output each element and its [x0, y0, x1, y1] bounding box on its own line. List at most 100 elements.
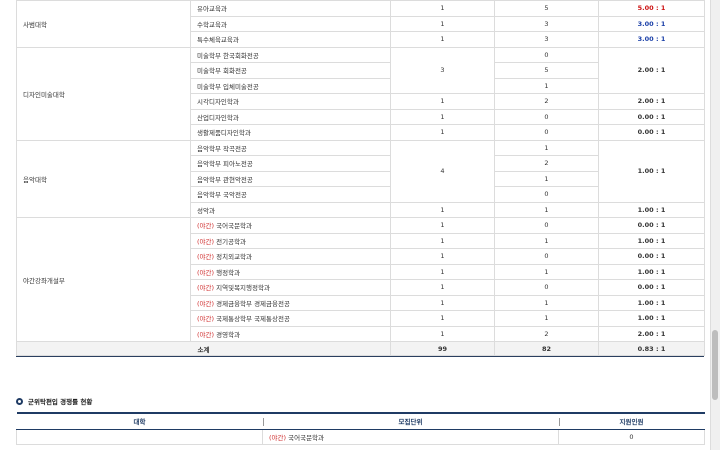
- unit-name: 특수체육교육과: [190, 31, 391, 48]
- quota: 1: [390, 93, 495, 110]
- table-row: (야간) 국어국문학과 0: [16, 428, 705, 445]
- ratio: 1.00 : 1: [598, 294, 705, 311]
- table-row: 야간강좌개설부 (야간) 국어국문학과 1 0 0.00 : 1: [16, 217, 705, 342]
- section-title: 군위탁편입 경쟁률 현황: [16, 396, 92, 406]
- header-applicants: 지원인원: [558, 412, 705, 430]
- quota: 1: [390, 294, 495, 311]
- header-college: 대학: [16, 412, 263, 430]
- unit-name: 미술학부 입체미술전공: [190, 77, 391, 94]
- unit-name: 음악학부 국악전공: [190, 186, 391, 203]
- applicants: 0: [494, 217, 599, 234]
- applicants: 3: [494, 31, 599, 48]
- unit-name: (야간) 국어국문학과: [262, 428, 559, 445]
- unit-label: 음악학부 피아노전공: [197, 160, 253, 169]
- unit-name: 수학교육과: [190, 15, 391, 32]
- ratio: 1.00 : 1: [598, 263, 705, 280]
- applicants: 0: [494, 46, 599, 63]
- applicants: 1: [494, 139, 599, 156]
- unit-name: 시각디자인학과: [190, 93, 391, 110]
- unit-name: (야간) 경영학과: [190, 325, 391, 342]
- unit-name: (야간) 경제금융학부 경제금융전공: [190, 294, 391, 311]
- applicants: 0: [494, 248, 599, 265]
- applicants: 1: [494, 263, 599, 280]
- ratio: 0.00 : 1: [598, 124, 705, 141]
- night-prefix: (야간): [197, 284, 215, 293]
- college-name: 디자인미술대학: [16, 46, 191, 141]
- total-row: 소계 99 82 0.83 : 1: [16, 341, 705, 356]
- night-prefix: (야간): [197, 299, 215, 308]
- page-scrollbar[interactable]: [710, 0, 720, 450]
- applicants: 2: [494, 325, 599, 342]
- ratio: 1.00 : 1: [598, 201, 705, 218]
- ratio: 0.00 : 1: [598, 279, 705, 296]
- applicants: 3: [494, 15, 599, 32]
- header-unit: 모집단위: [262, 412, 559, 430]
- table-row: 디자인미술대학 미술학부 한국회화전공 3 0 2.00 : 1: [16, 46, 705, 141]
- applicants: 0: [494, 186, 599, 203]
- quota: 1: [390, 0, 495, 17]
- unit-name: (야간) 지역및복지행정학과: [190, 279, 391, 296]
- unit-name: (야간) 국제통상학부 국제통상전공: [190, 310, 391, 327]
- college-name: 야간강좌개설부: [16, 217, 191, 342]
- ratio: 2.00 : 1: [598, 46, 705, 94]
- applicants: 0: [558, 428, 705, 445]
- night-prefix: (야간): [269, 433, 287, 442]
- night-prefix: (야간): [197, 253, 215, 262]
- quota: 1: [390, 201, 495, 218]
- unit-name: 산업디자인학과: [190, 108, 391, 125]
- unit-label: 특수체육교육과: [197, 36, 239, 45]
- quota: 1: [390, 325, 495, 342]
- unit-name: (야간) 행정학과: [190, 263, 391, 280]
- unit-name: 성악과: [190, 201, 391, 218]
- unit-label: 미술학부 입체미술전공: [197, 82, 259, 91]
- table-header-row: 대학 모집단위 지원인원: [16, 412, 705, 430]
- quota: 3: [390, 46, 495, 94]
- unit-label: 음악학부 국악전공: [197, 191, 247, 200]
- unit-label: 음악학부 관현악전공: [197, 175, 253, 184]
- applicants: 2: [494, 93, 599, 110]
- unit-name: 음악학부 관현악전공: [190, 170, 391, 187]
- scrollbar-thumb[interactable]: [712, 330, 718, 400]
- table-row: 음악대학 음악학부 작곡전공 4 1 1.00 : 1: [16, 139, 705, 218]
- quota: 1: [390, 248, 495, 265]
- applicants: 5: [494, 62, 599, 79]
- unit-name: 생활제품디자인학과: [190, 124, 391, 141]
- unit-name: (야간) 국어국문학과: [190, 217, 391, 234]
- quota: 4: [390, 139, 495, 203]
- unit-label: 경영학과: [216, 330, 241, 339]
- quota: 1: [390, 124, 495, 141]
- quota: 1: [390, 279, 495, 296]
- unit-name: 미술학부 회화전공: [190, 62, 391, 79]
- ratio: 3.00 : 1: [598, 31, 705, 48]
- college-name: 사범대학: [16, 0, 191, 48]
- ratio: 0.00 : 1: [598, 108, 705, 125]
- applicants: 0: [494, 279, 599, 296]
- unit-label: 미술학부 회화전공: [197, 67, 247, 76]
- bullet-icon: [16, 397, 23, 405]
- unit-name: 미술학부 한국회화전공: [190, 46, 391, 63]
- unit-name: (야간) 전기공학과: [190, 232, 391, 249]
- quota: 1: [390, 15, 495, 32]
- quota: 1: [390, 232, 495, 249]
- ratio: 5.00 : 1: [598, 0, 705, 17]
- total-applicants: 82: [494, 341, 599, 356]
- ratio: 1.00 : 1: [598, 139, 705, 203]
- night-prefix: (야간): [197, 237, 215, 246]
- unit-label: 경제금융학부 경제금융전공: [216, 299, 290, 308]
- table-row: 사범대학 유아교육과 1 5 5.00 : 1: [16, 0, 705, 48]
- total-label: 소계: [16, 341, 391, 356]
- total-quota: 99: [390, 341, 495, 356]
- unit-label: 국제통상학부 국제통상전공: [216, 315, 290, 324]
- table-bottom-line: [16, 356, 704, 357]
- college-name: 음악대학: [16, 139, 191, 218]
- applicants: 2: [494, 155, 599, 172]
- unit-name: 유아교육과: [190, 0, 391, 17]
- ratio: 0.00 : 1: [598, 217, 705, 234]
- unit-label: 산업디자인학과: [197, 113, 239, 122]
- unit-label: 미술학부 한국회화전공: [197, 51, 259, 60]
- unit-name: (야간) 정치외교학과: [190, 248, 391, 265]
- ratio: 2.00 : 1: [598, 93, 705, 110]
- ratio: 1.00 : 1: [598, 232, 705, 249]
- total-ratio: 0.83 : 1: [598, 341, 705, 356]
- unit-label: 행정학과: [216, 268, 241, 277]
